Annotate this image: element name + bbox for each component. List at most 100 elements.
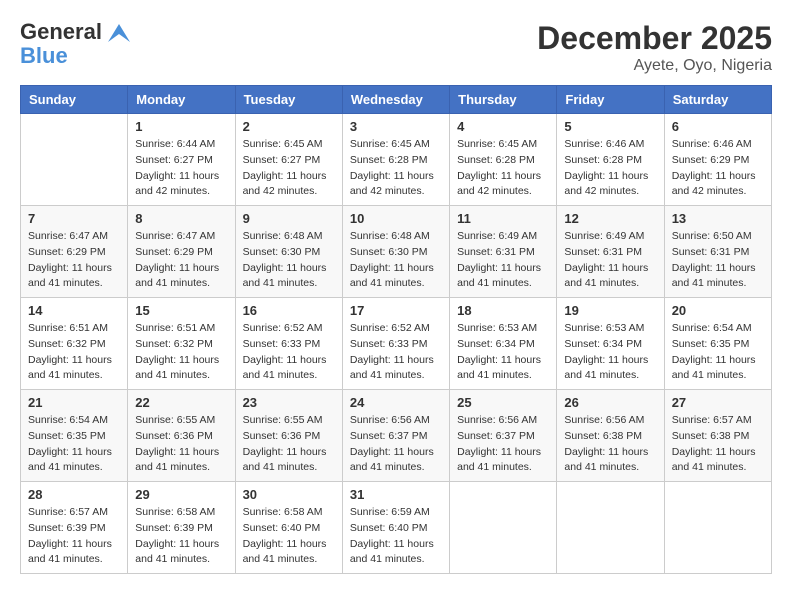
day-number: 16: [243, 303, 335, 318]
weekday-header: Sunday: [21, 86, 128, 114]
day-info: Sunrise: 6:51 AMSunset: 6:32 PMDaylight:…: [135, 321, 227, 384]
calendar-cell: [450, 482, 557, 574]
day-number: 3: [350, 119, 442, 134]
day-info: Sunrise: 6:52 AMSunset: 6:33 PMDaylight:…: [243, 321, 335, 384]
weekday-header: Friday: [557, 86, 664, 114]
day-info: Sunrise: 6:58 AMSunset: 6:40 PMDaylight:…: [243, 505, 335, 568]
calendar-week-row: 14Sunrise: 6:51 AMSunset: 6:32 PMDayligh…: [21, 298, 772, 390]
calendar-cell: 3 Sunrise: 6:45 AMSunset: 6:28 PMDaylight…: [342, 114, 449, 206]
day-info: Sunrise: 6:56 AMSunset: 6:38 PMDaylight:…: [564, 413, 656, 476]
calendar-week-row: 28 Sunrise: 6:57 AMSunset: 6:39 PMDayligh…: [21, 482, 772, 574]
day-info: Sunrise: 6:45 AMSunset: 6:28 PMDaylight:…: [457, 137, 549, 200]
calendar-cell: 11 Sunrise: 6:49 AMSunset: 6:31 PMDayligh…: [450, 206, 557, 298]
day-info: Sunrise: 6:57 AMSunset: 6:39 PMDaylight:…: [28, 505, 120, 568]
day-info: Sunrise: 6:46 AMSunset: 6:28 PMDaylight:…: [564, 137, 656, 200]
calendar-week-row: 7 Sunrise: 6:47 AMSunset: 6:29 PMDaylight…: [21, 206, 772, 298]
day-info: Sunrise: 6:48 AMSunset: 6:30 PMDaylight:…: [243, 229, 335, 292]
day-number: 19: [564, 303, 656, 318]
day-number: 10: [350, 211, 442, 226]
day-info: Sunrise: 6:49 AMSunset: 6:31 PMDaylight:…: [457, 229, 549, 292]
calendar-cell: [21, 114, 128, 206]
page-header: General Blue December 2025 Ayete, Oyo, N…: [20, 20, 772, 75]
calendar-cell: 28 Sunrise: 6:57 AMSunset: 6:39 PMDayligh…: [21, 482, 128, 574]
weekday-header: Wednesday: [342, 86, 449, 114]
day-info: Sunrise: 6:57 AMSunset: 6:38 PMDaylight:…: [672, 413, 764, 476]
day-info: Sunrise: 6:59 AMSunset: 6:40 PMDaylight:…: [350, 505, 442, 568]
day-number: 4: [457, 119, 549, 134]
day-info: Sunrise: 6:54 AMSunset: 6:35 PMDaylight:…: [28, 413, 120, 476]
weekday-header: Thursday: [450, 86, 557, 114]
day-info: Sunrise: 6:51 AMSunset: 6:32 PMDaylight:…: [28, 321, 120, 384]
calendar-cell: 6 Sunrise: 6:46 AMSunset: 6:29 PMDaylight…: [664, 114, 771, 206]
day-number: 11: [457, 211, 549, 226]
day-info: Sunrise: 6:55 AMSunset: 6:36 PMDaylight:…: [243, 413, 335, 476]
day-info: Sunrise: 6:45 AMSunset: 6:27 PMDaylight:…: [243, 137, 335, 200]
calendar-cell: 25 Sunrise: 6:56 AMSunset: 6:37 PMDayligh…: [450, 390, 557, 482]
calendar-cell: 12Sunrise: 6:49 AMSunset: 6:31 PMDayligh…: [557, 206, 664, 298]
calendar-cell: 13 Sunrise: 6:50 AMSunset: 6:31 PMDayligh…: [664, 206, 771, 298]
day-number: 13: [672, 211, 764, 226]
calendar-cell: 30 Sunrise: 6:58 AMSunset: 6:40 PMDayligh…: [235, 482, 342, 574]
calendar-cell: 7 Sunrise: 6:47 AMSunset: 6:29 PMDaylight…: [21, 206, 128, 298]
calendar-cell: 23 Sunrise: 6:55 AMSunset: 6:36 PMDayligh…: [235, 390, 342, 482]
calendar-cell: 26 Sunrise: 6:56 AMSunset: 6:38 PMDayligh…: [557, 390, 664, 482]
logo-general: General: [20, 20, 130, 44]
day-info: Sunrise: 6:47 AMSunset: 6:29 PMDaylight:…: [135, 229, 227, 292]
location-title: Ayete, Oyo, Nigeria: [537, 57, 772, 75]
logo: General Blue: [20, 20, 130, 68]
title-block: December 2025 Ayete, Oyo, Nigeria: [537, 20, 772, 75]
day-info: Sunrise: 6:53 AMSunset: 6:34 PMDaylight:…: [457, 321, 549, 384]
day-number: 20: [672, 303, 764, 318]
day-number: 28: [28, 487, 120, 502]
calendar-cell: 16 Sunrise: 6:52 AMSunset: 6:33 PMDayligh…: [235, 298, 342, 390]
day-number: 12: [564, 211, 656, 226]
calendar-cell: 10 Sunrise: 6:48 AMSunset: 6:30 PMDayligh…: [342, 206, 449, 298]
calendar-cell: 5 Sunrise: 6:46 AMSunset: 6:28 PMDaylight…: [557, 114, 664, 206]
calendar-week-row: 1Sunrise: 6:44 AMSunset: 6:27 PMDaylight…: [21, 114, 772, 206]
day-number: 21: [28, 395, 120, 410]
day-number: 8: [135, 211, 227, 226]
day-number: 22: [135, 395, 227, 410]
weekday-header: Monday: [128, 86, 235, 114]
day-number: 26: [564, 395, 656, 410]
day-info: Sunrise: 6:46 AMSunset: 6:29 PMDaylight:…: [672, 137, 764, 200]
calendar-cell: 18Sunrise: 6:53 AMSunset: 6:34 PMDayligh…: [450, 298, 557, 390]
day-info: Sunrise: 6:56 AMSunset: 6:37 PMDaylight:…: [457, 413, 549, 476]
day-number: 30: [243, 487, 335, 502]
day-number: 15: [135, 303, 227, 318]
calendar-cell: 9 Sunrise: 6:48 AMSunset: 6:30 PMDaylight…: [235, 206, 342, 298]
calendar-cell: 8 Sunrise: 6:47 AMSunset: 6:29 PMDaylight…: [128, 206, 235, 298]
calendar-week-row: 21 Sunrise: 6:54 AMSunset: 6:35 PMDayligh…: [21, 390, 772, 482]
day-number: 2: [243, 119, 335, 134]
day-info: Sunrise: 6:56 AMSunset: 6:37 PMDaylight:…: [350, 413, 442, 476]
day-info: Sunrise: 6:48 AMSunset: 6:30 PMDaylight:…: [350, 229, 442, 292]
day-number: 6: [672, 119, 764, 134]
calendar-cell: 17Sunrise: 6:52 AMSunset: 6:33 PMDayligh…: [342, 298, 449, 390]
day-info: Sunrise: 6:45 AMSunset: 6:28 PMDaylight:…: [350, 137, 442, 200]
calendar-cell: 4 Sunrise: 6:45 AMSunset: 6:28 PMDaylight…: [450, 114, 557, 206]
calendar-cell: 29Sunrise: 6:58 AMSunset: 6:39 PMDayligh…: [128, 482, 235, 574]
calendar-cell: 2 Sunrise: 6:45 AMSunset: 6:27 PMDaylight…: [235, 114, 342, 206]
calendar-cell: 31Sunrise: 6:59 AMSunset: 6:40 PMDayligh…: [342, 482, 449, 574]
day-number: 25: [457, 395, 549, 410]
day-number: 9: [243, 211, 335, 226]
day-number: 1: [135, 119, 227, 134]
month-title: December 2025: [537, 20, 772, 57]
calendar-cell: 22Sunrise: 6:55 AMSunset: 6:36 PMDayligh…: [128, 390, 235, 482]
day-info: Sunrise: 6:54 AMSunset: 6:35 PMDaylight:…: [672, 321, 764, 384]
calendar-cell: [557, 482, 664, 574]
day-info: Sunrise: 6:47 AMSunset: 6:29 PMDaylight:…: [28, 229, 120, 292]
calendar-cell: 20 Sunrise: 6:54 AMSunset: 6:35 PMDayligh…: [664, 298, 771, 390]
calendar-cell: 1Sunrise: 6:44 AMSunset: 6:27 PMDaylight…: [128, 114, 235, 206]
day-number: 27: [672, 395, 764, 410]
calendar-cell: 15 Sunrise: 6:51 AMSunset: 6:32 PMDayligh…: [128, 298, 235, 390]
day-number: 7: [28, 211, 120, 226]
calendar-cell: 14Sunrise: 6:51 AMSunset: 6:32 PMDayligh…: [21, 298, 128, 390]
logo-blue: Blue: [20, 44, 130, 68]
day-number: 23: [243, 395, 335, 410]
day-number: 24: [350, 395, 442, 410]
day-info: Sunrise: 6:50 AMSunset: 6:31 PMDaylight:…: [672, 229, 764, 292]
day-number: 5: [564, 119, 656, 134]
weekday-header: Saturday: [664, 86, 771, 114]
day-number: 29: [135, 487, 227, 502]
